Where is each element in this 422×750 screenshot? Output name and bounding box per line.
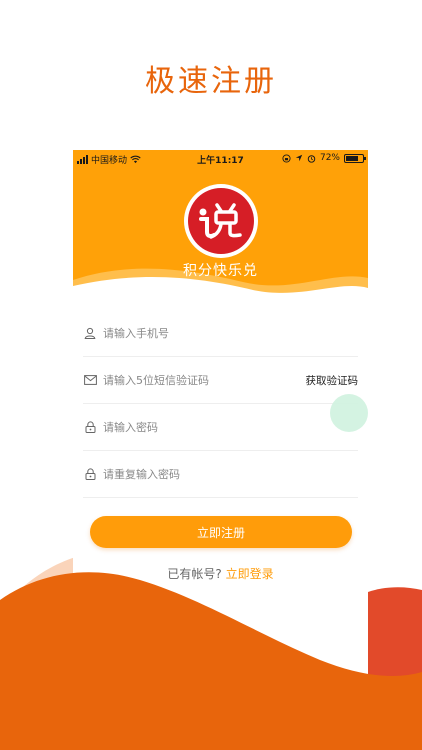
register-button[interactable]: 立即注册 (90, 516, 352, 548)
app-logo (184, 184, 258, 258)
logo-glyph (199, 203, 242, 239)
confirm-password-field (83, 451, 358, 498)
login-prompt: 已有帐号? 立即登录 (73, 565, 368, 582)
lock-icon (83, 467, 97, 481)
phone-input[interactable] (103, 326, 358, 340)
lock-rotation-icon (282, 153, 291, 163)
alarm-icon (307, 154, 316, 163)
lock-icon (83, 420, 97, 434)
app-name: 积分快乐兑 (183, 263, 258, 279)
get-code-button[interactable]: 获取验证码 (306, 373, 359, 388)
status-bar: 中国移动 上午11:17 72% (73, 150, 368, 168)
password-input[interactable] (103, 420, 358, 434)
logo-red-disc (188, 188, 254, 254)
user-icon (83, 326, 97, 340)
phone-screen: 中国移动 上午11:17 72% 积分快乐兑 请输入手机号 请输入5位短信验证码… (73, 150, 368, 750)
status-right: 72% (282, 153, 366, 163)
mail-icon (83, 373, 97, 387)
password-field (83, 404, 358, 451)
have-account-text: 已有帐号? (167, 567, 222, 581)
phone-field (83, 310, 358, 357)
battery-percent: 72% (319, 153, 340, 163)
header-banner: 中国移动 上午11:17 72% 积分快乐兑 (73, 150, 368, 305)
promo-title: 极速注册 (145, 64, 277, 99)
sms-code-field: 获取验证码 (83, 357, 358, 404)
location-icon (295, 154, 303, 162)
sms-code-input[interactable] (103, 373, 306, 387)
login-link[interactable]: 立即登录 (226, 567, 274, 581)
confirm-password-input[interactable] (103, 467, 358, 481)
battery-fill (346, 155, 358, 161)
battery-icon (344, 153, 366, 163)
